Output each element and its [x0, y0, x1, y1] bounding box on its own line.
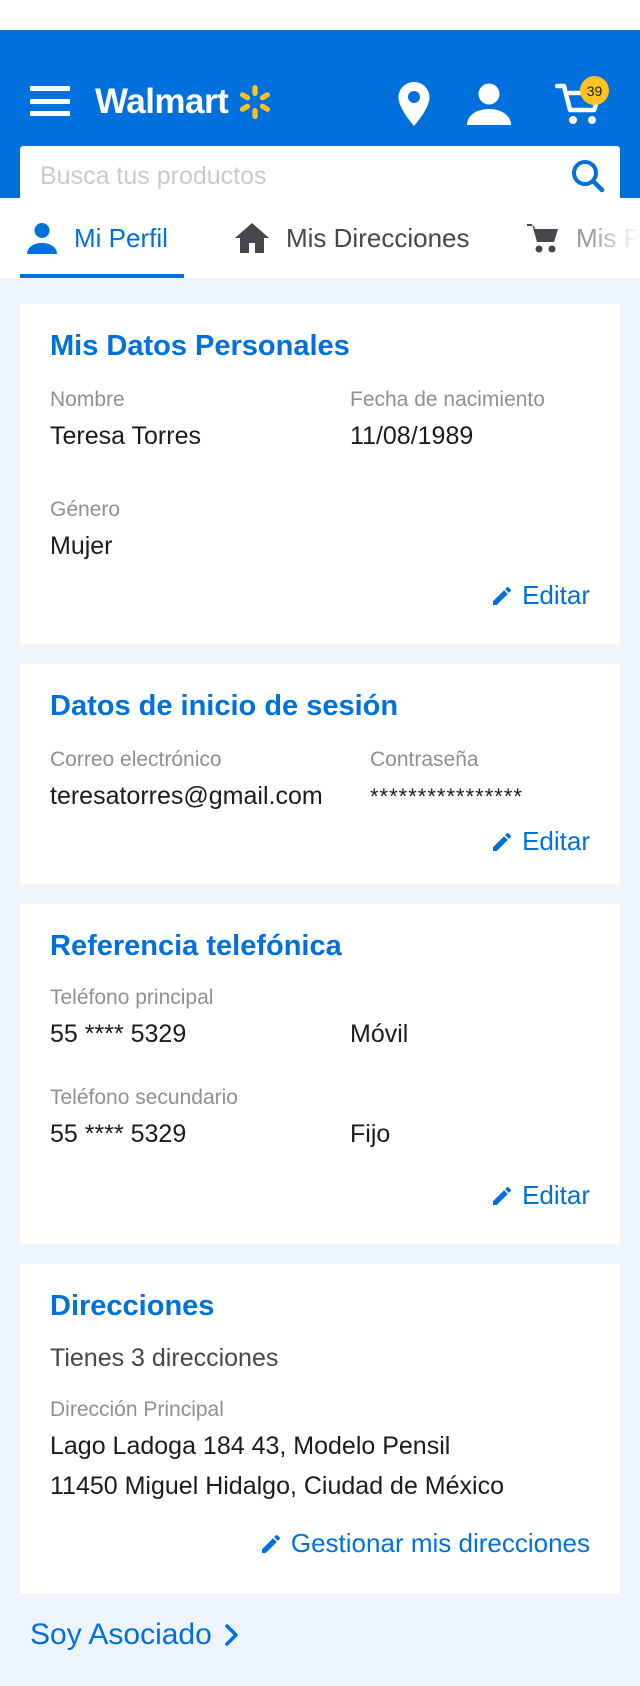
- edit-label: Editar: [522, 826, 590, 856]
- edit-label: Editar: [522, 1180, 590, 1210]
- edit-phone-button[interactable]: Editar: [490, 1180, 590, 1211]
- birth-value: 11/08/1989: [350, 422, 474, 450]
- phone-reference-card: Referencia telefónica Teléfono principal…: [20, 904, 620, 1244]
- pencil-icon: [493, 832, 512, 851]
- tab-label: Mi Perfil: [74, 222, 168, 253]
- name-label: Nombre: [50, 388, 125, 411]
- card-title: Referencia telefónica: [50, 930, 342, 962]
- tab-mis-direcciones[interactable]: Mis Direcciones: [234, 198, 470, 278]
- birth-label: Fecha de nacimiento: [350, 388, 545, 411]
- pencil-icon: [493, 586, 512, 605]
- primary-phone-value: 55 **** 5329: [50, 1020, 187, 1048]
- pencil-icon: [493, 1186, 512, 1205]
- gender-label: Género: [50, 498, 121, 521]
- gender-value: Mujer: [50, 532, 113, 560]
- address-line-1: Lago Ladoga 184 43, Modelo Pensil: [50, 1432, 451, 1460]
- location-pin-icon[interactable]: [396, 80, 432, 128]
- manage-addresses-link[interactable]: Gestionar mis direcciones: [259, 1528, 590, 1559]
- edit-personal-button[interactable]: Editar: [490, 580, 590, 611]
- person-icon: [27, 223, 57, 254]
- pencil-icon: [261, 1534, 280, 1553]
- spark-icon: [240, 85, 271, 119]
- asociado-label: Soy Asociado: [30, 1618, 212, 1651]
- brand-name: Walmart: [95, 82, 229, 121]
- menu-icon[interactable]: [30, 86, 70, 116]
- secondary-phone-type: Fijo: [350, 1120, 391, 1148]
- card-title: Mis Datos Personales: [50, 330, 350, 362]
- search-button[interactable]: [556, 146, 620, 206]
- tab-label: Mis Direcciones: [286, 222, 470, 253]
- password-value: ****************: [370, 784, 523, 809]
- profile-tabs: Mi Perfil Mis Direcciones Mis Pedidos: [0, 198, 640, 278]
- email-value: teresatorres@gmail.com: [50, 782, 323, 810]
- personal-data-card: Mis Datos Personales Nombre Teresa Torre…: [20, 304, 620, 644]
- primary-phone-label: Teléfono principal: [50, 986, 214, 1009]
- email-label: Correo electrónico: [50, 748, 222, 771]
- account-icon[interactable]: [466, 80, 512, 128]
- tab-mi-perfil[interactable]: Mi Perfil: [20, 198, 184, 278]
- cart-icon: [527, 224, 558, 253]
- card-title: Datos de inicio de sesión: [50, 690, 399, 722]
- search-input[interactable]: [20, 146, 556, 206]
- address-count: Tienes 3 direcciones: [50, 1344, 279, 1372]
- search-bar: [20, 146, 620, 206]
- search-icon: [572, 160, 605, 193]
- edit-login-button[interactable]: Editar: [490, 826, 590, 857]
- edit-label: Editar: [522, 580, 590, 610]
- addresses-card: Direcciones Tienes 3 direcciones Direcci…: [20, 1264, 620, 1594]
- status-strip: [0, 0, 640, 30]
- cart-count-badge: 39: [580, 76, 609, 105]
- name-value: Teresa Torres: [50, 422, 201, 450]
- secondary-phone-label: Teléfono secundario: [50, 1086, 238, 1109]
- soy-asociado-link[interactable]: Soy Asociado: [30, 1618, 240, 1652]
- tabs-fade: [590, 198, 640, 278]
- password-label: Contraseña: [370, 748, 479, 771]
- home-icon: [235, 223, 269, 253]
- chevron-right-icon: [225, 1624, 238, 1646]
- address-line-2: 11450 Miguel Hidalgo, Ciudad de México: [50, 1472, 504, 1500]
- main-address-label: Dirección Principal: [50, 1398, 224, 1421]
- login-data-card: Datos de inicio de sesión Correo electró…: [20, 664, 620, 884]
- walmart-logo[interactable]: Walmart: [95, 80, 273, 124]
- primary-phone-type: Móvil: [350, 1020, 409, 1048]
- secondary-phone-value: 55 **** 5329: [50, 1120, 187, 1148]
- app-header: Walmart 39: [0, 30, 640, 206]
- manage-label: Gestionar mis direcciones: [290, 1528, 590, 1558]
- card-title: Direcciones: [50, 1290, 215, 1322]
